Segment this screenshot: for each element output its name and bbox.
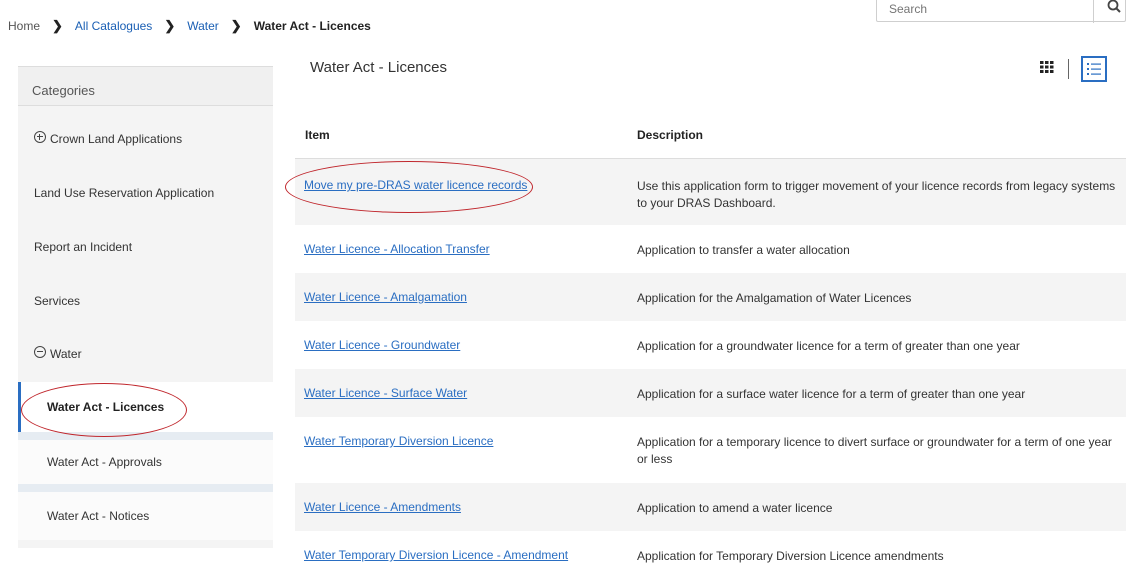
chevron-right-icon: ❯: [52, 18, 63, 33]
search-icon[interactable]: [1107, 0, 1123, 22]
table-header: Item Description: [295, 112, 1126, 159]
sidebar-item-label: Land Use Reservation Application: [34, 186, 215, 200]
sidebar-item-label: Crown Land Applications: [50, 132, 183, 146]
table-row: Water Licence - Groundwater Application …: [295, 321, 1126, 369]
item-description: Application for a temporary licence to d…: [637, 435, 1112, 466]
chevron-right-icon: ❯: [164, 18, 176, 33]
column-header-item: Item: [305, 128, 330, 142]
item-link[interactable]: Water Licence - Surface Water: [304, 386, 467, 400]
minus-circle-icon[interactable]: [34, 346, 46, 358]
search-input[interactable]: [887, 0, 1101, 21]
search-divider: [1093, 0, 1094, 23]
table-row: Water Licence - Allocation Transfer Appl…: [295, 225, 1126, 273]
item-link[interactable]: Move my pre-DRAS water licence records: [304, 178, 527, 192]
sidebar-item-label: Report an Incident: [34, 240, 133, 254]
item-description: Application to transfer a water allocati…: [637, 243, 850, 257]
sidebar-item-report-incident[interactable]: Report an Incident: [18, 236, 273, 258]
sidebar-item-label: Services: [34, 294, 81, 308]
table-row: Water Licence - Amalgamation Application…: [295, 273, 1126, 321]
toggle-divider: [1068, 59, 1069, 79]
sidebar-item-label: Water Act - Notices: [47, 509, 150, 523]
breadcrumb-home[interactable]: Home: [8, 19, 40, 33]
item-description: Application for a surface water licence …: [637, 387, 1026, 401]
column-header-description: Description: [637, 128, 704, 142]
item-link[interactable]: Water Licence - Amendments: [304, 500, 461, 514]
sidebar-item-crown-land[interactable]: Crown Land Applications: [18, 128, 273, 150]
table-row: Water Licence - Amendments Application t…: [295, 483, 1126, 531]
sidebar-item-water-act-notices[interactable]: Water Act - Notices: [18, 492, 273, 540]
item-link[interactable]: Water Temporary Diversion Licence - Amen…: [304, 548, 568, 562]
sidebar-divider: [18, 484, 273, 492]
table-row: Water Licence - Surface Water Applicatio…: [295, 369, 1126, 417]
breadcrumb: Home ❯ All Catalogues ❯ Water ❯ Water Ac…: [8, 18, 371, 34]
item-description: Application for the Amalgamation of Wate…: [637, 291, 912, 305]
table-row: Water Temporary Diversion Licence Applic…: [295, 417, 1126, 483]
search-box: [876, 0, 1126, 23]
item-link[interactable]: Water Temporary Diversion Licence: [304, 434, 493, 448]
chevron-right-icon: ❯: [230, 18, 242, 33]
plus-circle-icon[interactable]: [34, 131, 46, 143]
table-body: Move my pre-DRAS water licence records U…: [295, 159, 1126, 571]
item-link[interactable]: Water Licence - Allocation Transfer: [304, 242, 490, 256]
sidebar-item-land-use[interactable]: Land Use Reservation Application: [18, 182, 273, 204]
table-row: Move my pre-DRAS water licence records U…: [295, 159, 1126, 225]
category-sidebar: Categories Crown Land Applications Land …: [18, 66, 273, 548]
sidebar-item-label: Water: [50, 347, 82, 361]
sidebar-item-label: Water Act - Approvals: [47, 455, 162, 469]
catalogue-table: Item Description Move my pre-DRAS water …: [295, 112, 1126, 571]
sidebar-item-label: Water Act - Licences: [47, 400, 165, 414]
item-link[interactable]: Water Licence - Amalgamation: [304, 290, 467, 304]
item-link[interactable]: Water Licence - Groundwater: [304, 338, 460, 352]
view-toggle: [1040, 56, 1107, 82]
grid-view-icon[interactable]: [1040, 60, 1054, 78]
item-description: Application for a groundwater licence fo…: [637, 339, 1020, 353]
sidebar-item-services[interactable]: Services: [18, 290, 273, 312]
item-description: Application to amend a water licence: [637, 501, 833, 515]
sidebar-item-water-act-licences[interactable]: Water Act - Licences: [18, 382, 273, 432]
table-row: Water Temporary Diversion Licence - Amen…: [295, 531, 1126, 571]
categories-header: Categories: [18, 66, 273, 106]
item-description: Use this application form to trigger mov…: [637, 179, 1116, 210]
breadcrumb-all-catalogues[interactable]: All Catalogues: [75, 19, 152, 33]
page-title: Water Act - Licences: [310, 59, 447, 76]
breadcrumb-water[interactable]: Water: [187, 19, 219, 33]
list-view-icon[interactable]: [1081, 56, 1107, 82]
sidebar-item-water[interactable]: Water: [18, 342, 273, 366]
sidebar-divider: [18, 432, 273, 440]
item-description: Application for Temporary Diversion Lice…: [637, 549, 944, 563]
sidebar-item-water-act-approvals[interactable]: Water Act - Approvals: [18, 440, 273, 484]
breadcrumb-current: Water Act - Licences: [253, 19, 371, 33]
